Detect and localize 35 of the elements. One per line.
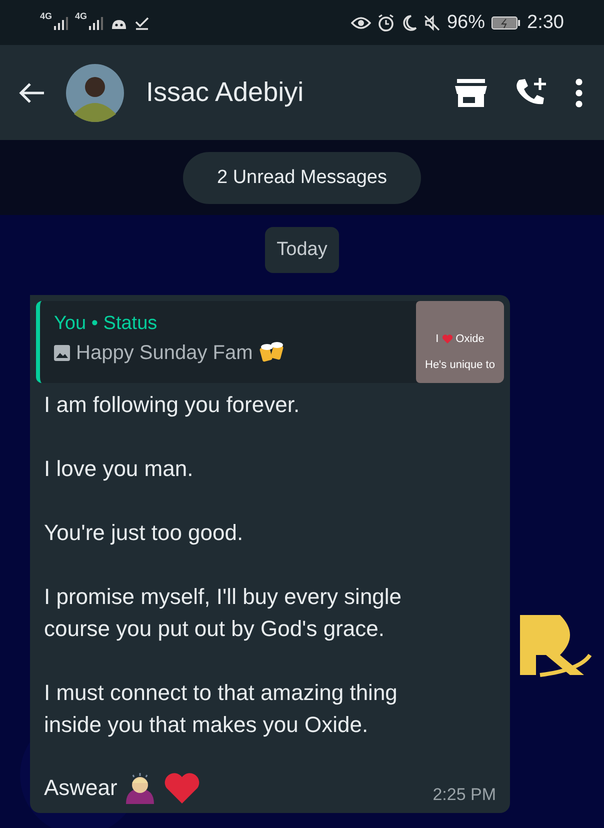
quote-caption: Happy Sunday Fam <box>76 342 253 364</box>
quote-author: You • Status <box>54 313 158 335</box>
thumbnail-text: He's unique to <box>425 359 495 371</box>
message-text: Aswear <box>44 774 118 802</box>
thumbnail-text: Oxide <box>456 333 484 345</box>
menu-icon <box>574 78 584 108</box>
message-text: I must connect to that amazing thing inside you that makes you Oxide. <box>44 679 398 739</box>
battery-percent: 96% <box>446 12 486 34</box>
network-label: 4G <box>75 10 88 20</box>
message-text: I promise myself, I'll buy every single course you put out by God's grace. <box>44 583 403 643</box>
back-arrow-icon <box>18 80 46 104</box>
store-icon <box>454 78 488 108</box>
battery-icon <box>491 14 522 30</box>
signal-icon <box>53 14 70 30</box>
message-time: 2:25 PM <box>432 785 496 805</box>
heart-icon <box>442 334 453 344</box>
message-text: You're just too good. <box>44 519 244 547</box>
signal-icon <box>88 14 104 30</box>
network-label: 4G <box>40 10 52 20</box>
clock-time: 2:30 <box>527 12 564 34</box>
heart-icon <box>163 771 202 805</box>
moon-icon <box>400 14 417 32</box>
message-text: I love you man. <box>44 455 194 483</box>
thumbnail-text: I <box>436 333 439 345</box>
quoted-status[interactable]: You • Status Happy Sunday Fam I Oxide He's unique to <box>36 301 504 383</box>
message-text: I am following you forever. <box>44 391 301 419</box>
eye-icon <box>350 14 371 30</box>
check-icon <box>134 14 150 30</box>
alarm-icon <box>376 14 395 32</box>
date-chip: Today <box>264 227 340 273</box>
unread-banner: 2 Unread Messages <box>182 152 422 204</box>
contact-name: Issac Adebiyi <box>146 77 305 108</box>
avatar-icon <box>66 64 124 122</box>
image-icon <box>54 345 70 361</box>
mute-icon <box>422 14 441 32</box>
